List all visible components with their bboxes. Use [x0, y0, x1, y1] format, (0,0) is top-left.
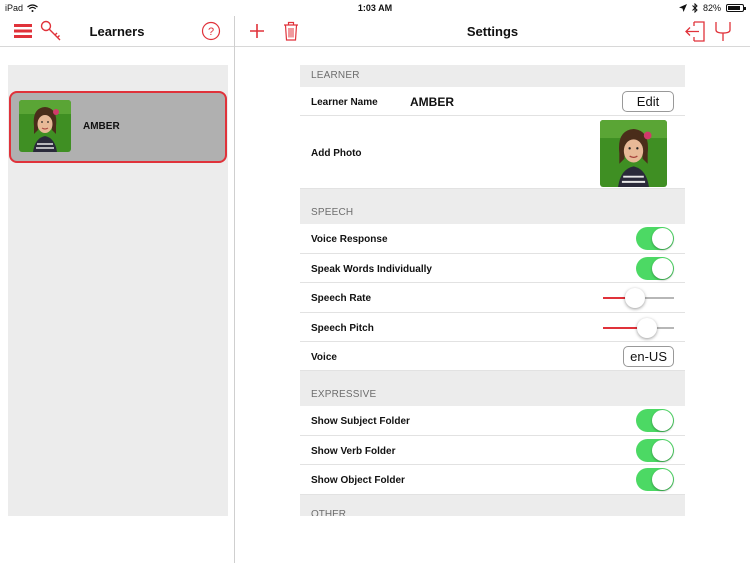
learner-name-value: AMBER [410, 95, 454, 109]
fork-icon [715, 22, 731, 41]
subject-folder-row: Show Subject Folder [300, 406, 685, 436]
battery-percent: 82% [702, 3, 721, 13]
subject-folder-label: Show Subject Folder [311, 416, 410, 428]
location-icon [678, 4, 687, 12]
bluetooth-icon [692, 3, 698, 13]
object-folder-label: Show Object Folder [311, 475, 405, 487]
voice-select-button[interactable]: en-US [623, 345, 674, 367]
battery-icon [726, 4, 746, 12]
section-gap [300, 189, 685, 203]
status-bar: iPad 1:03 AM 82% [0, 0, 750, 16]
speech-pitch-row: Speech Pitch [300, 312, 685, 342]
voice-label: Voice [311, 351, 337, 363]
section-header-expressive: EXPRESSIVE [300, 384, 685, 407]
settings-nav-bar: Settings [235, 16, 750, 47]
voice-response-label: Voice Response [311, 234, 388, 246]
speak-words-label: Speak Words Individually [311, 263, 432, 275]
object-folder-toggle[interactable] [636, 468, 674, 492]
subject-folder-toggle[interactable] [636, 409, 674, 433]
section-header-speech: SPEECH [300, 202, 685, 225]
speak-words-row: Speak Words Individually [300, 253, 685, 284]
learners-pane: Learners ? AMBER [0, 16, 235, 563]
speech-rate-row: Speech Rate [300, 283, 685, 313]
help-button[interactable]: ? [201, 21, 221, 41]
speech-rate-label: Speech Rate [311, 293, 372, 305]
exit-button[interactable] [684, 21, 706, 42]
section-gap [300, 371, 685, 385]
add-photo-row[interactable]: Add Photo [300, 116, 685, 190]
speech-pitch-slider[interactable] [603, 317, 674, 338]
voice-row: Voice en-US [300, 341, 685, 372]
learners-nav-bar: Learners ? [0, 16, 234, 47]
learners-title: Learners [89, 24, 145, 39]
learner-name: AMBER [83, 121, 120, 132]
verb-folder-toggle[interactable] [636, 438, 674, 462]
settings-pane: Settings LEARNER Learner Name AMBER Edit… [235, 16, 750, 563]
section-header-learner: LEARNER [300, 65, 685, 87]
learner-name-row: Learner Name AMBER Edit [300, 87, 685, 117]
status-right: 82% [678, 3, 746, 13]
speech-pitch-label: Speech Pitch [311, 322, 374, 334]
slider-knob[interactable] [637, 317, 658, 338]
edit-button[interactable]: Edit [622, 91, 674, 112]
help-icon: ? [201, 21, 221, 41]
slider-knob[interactable] [624, 288, 645, 309]
settings-title: Settings [466, 24, 519, 39]
section-header-other: OTHER [300, 494, 685, 516]
object-folder-row: Show Object Folder [300, 465, 685, 495]
fork-button[interactable] [713, 21, 733, 42]
learner-row-amber[interactable]: AMBER [9, 91, 227, 163]
speak-words-toggle[interactable] [636, 256, 674, 280]
status-time: 1:03 AM [357, 3, 393, 13]
speech-rate-slider[interactable] [603, 288, 674, 309]
learner-avatar [19, 100, 71, 152]
voice-response-toggle[interactable] [636, 227, 674, 251]
settings-table: LEARNER Learner Name AMBER Edit Add Phot… [300, 65, 685, 516]
voice-response-row: Voice Response [300, 224, 685, 254]
add-photo-label: Add Photo [311, 148, 362, 160]
verb-folder-row: Show Verb Folder [300, 435, 685, 466]
learner-name-label: Learner Name [311, 97, 378, 108]
learner-photo[interactable] [600, 120, 667, 188]
exit-icon [685, 21, 705, 42]
verb-folder-label: Show Verb Folder [311, 445, 396, 457]
learners-list: AMBER [8, 65, 228, 516]
svg-text:?: ? [208, 26, 214, 38]
